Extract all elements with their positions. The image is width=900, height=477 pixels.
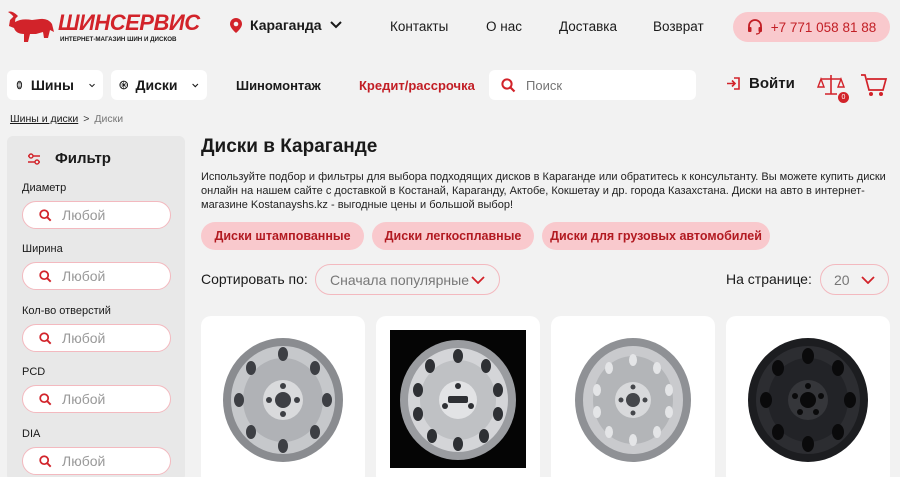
wheels-label: Диски [135, 77, 178, 93]
filter-label-width: Ширина [22, 243, 63, 255]
tires-label: Шины [30, 77, 74, 93]
chevron-down-icon [192, 83, 199, 87]
filter-dia-value: Любой [62, 453, 106, 469]
search-icon [39, 208, 52, 221]
search-icon [39, 269, 52, 282]
phone-number: +7 771 058 81 88 [770, 19, 877, 35]
per-page-value: 20 [834, 271, 850, 288]
main-nav: Шины Диски Шиномонтаж Кредит/рассрочка В… [0, 62, 900, 106]
product-card[interactable] [201, 316, 365, 477]
search-icon [39, 454, 52, 467]
filter-title: Фильтр [27, 150, 111, 167]
logo-name: ШИНСЕРВИС [58, 10, 200, 35]
bull-logo-icon [8, 11, 54, 42]
compare-count-badge: 0 [838, 92, 849, 103]
chevron-down-icon [329, 21, 342, 29]
filter-pcd-select[interactable]: Любой [22, 385, 171, 413]
filter-title-label: Фильтр [55, 150, 111, 167]
breadcrumb-separator: > [83, 113, 90, 125]
link-contacts[interactable]: Контакты [390, 19, 448, 34]
link-returns[interactable]: Возврат [653, 19, 704, 34]
filter-diameter-value: Любой [62, 207, 106, 223]
product-card[interactable] [551, 316, 715, 477]
search-icon [39, 331, 52, 344]
chevron-down-icon [471, 275, 485, 284]
filter-width-select[interactable]: Любой [22, 262, 171, 290]
link-credit[interactable]: Кредит/рассрочка [359, 78, 475, 93]
search-icon [501, 77, 516, 92]
product-image [390, 330, 526, 468]
phone-button[interactable]: +7 771 058 81 88 [733, 12, 890, 42]
search-input[interactable] [526, 77, 676, 93]
cart-icon[interactable] [860, 72, 888, 98]
filter-label-holes: Кол-во отверстий [22, 305, 111, 317]
chevron-down-icon [861, 275, 875, 284]
category-stamped-button[interactable]: Диски штампованные [201, 222, 364, 250]
location-pin-icon [230, 17, 242, 33]
filter-sliders-icon [28, 152, 40, 165]
login-button[interactable]: Войти [726, 75, 795, 92]
headset-icon [747, 19, 762, 35]
category-alloy-button[interactable]: Диски легкосплавные [372, 222, 534, 250]
breadcrumb: Шины и диски > Диски [10, 113, 123, 125]
product-image [223, 338, 343, 462]
sort-label: Сортировать по: [201, 271, 308, 287]
product-image [748, 338, 868, 462]
product-card[interactable] [376, 316, 540, 477]
logo-tagline: ИНТЕРНЕТ-МАГАЗИН ШИН И ДИСКОВ [60, 36, 177, 43]
filter-holes-value: Любой [62, 330, 106, 346]
city-label: Караганда [250, 17, 322, 33]
product-card[interactable] [726, 316, 890, 477]
filter-holes-select[interactable]: Любой [22, 324, 171, 352]
category-truck-button[interactable]: Диски для грузовых автомобилей [542, 222, 770, 250]
top-header: ШИНСЕРВИС ИНТЕРНЕТ-МАГАЗИН ШИН И ДИСКОВ … [0, 0, 900, 55]
filter-diameter-select[interactable]: Любой [22, 201, 171, 229]
filter-sidebar: Фильтр Диаметр Любой Ширина Любой Кол-во… [7, 136, 185, 477]
search-box[interactable] [489, 70, 696, 100]
login-icon [727, 77, 740, 90]
wheels-dropdown[interactable]: Диски [111, 70, 207, 100]
page-description: Используйте подбор и фильтры для выбора … [201, 171, 886, 211]
filter-label-dia: DIA [22, 428, 41, 440]
page-title: Диски в Караганде [201, 136, 378, 157]
search-icon [39, 392, 52, 405]
city-selector[interactable]: Караганда [230, 17, 342, 33]
breadcrumb-parent[interactable]: Шины и диски [10, 113, 78, 125]
sort-select[interactable]: Сначала популярные [315, 264, 500, 295]
breadcrumb-current: Диски [94, 113, 124, 125]
wheel-rim-icon [119, 80, 129, 90]
per-page-select[interactable]: 20 [820, 264, 889, 295]
filter-label-pcd: PCD [22, 366, 46, 378]
filter-width-value: Любой [62, 268, 106, 284]
tire-icon [16, 80, 23, 90]
link-about[interactable]: О нас [486, 19, 522, 34]
sort-value: Сначала популярные [330, 271, 470, 288]
tires-dropdown[interactable]: Шины [7, 70, 103, 100]
chevron-down-icon [89, 83, 95, 87]
logo[interactable]: ШИНСЕРВИС ИНТЕРНЕТ-МАГАЗИН ШИН И ДИСКОВ [6, 6, 200, 50]
link-tire-fitting[interactable]: Шиномонтаж [236, 78, 321, 93]
login-label: Войти [749, 75, 795, 92]
filter-dia-select[interactable]: Любой [22, 447, 171, 475]
product-image [575, 338, 691, 462]
per-page-label: На странице: [726, 271, 812, 287]
link-delivery[interactable]: Доставка [559, 19, 617, 34]
filter-label-diameter: Диаметр [22, 182, 67, 194]
filter-pcd-value: Любой [62, 391, 106, 407]
